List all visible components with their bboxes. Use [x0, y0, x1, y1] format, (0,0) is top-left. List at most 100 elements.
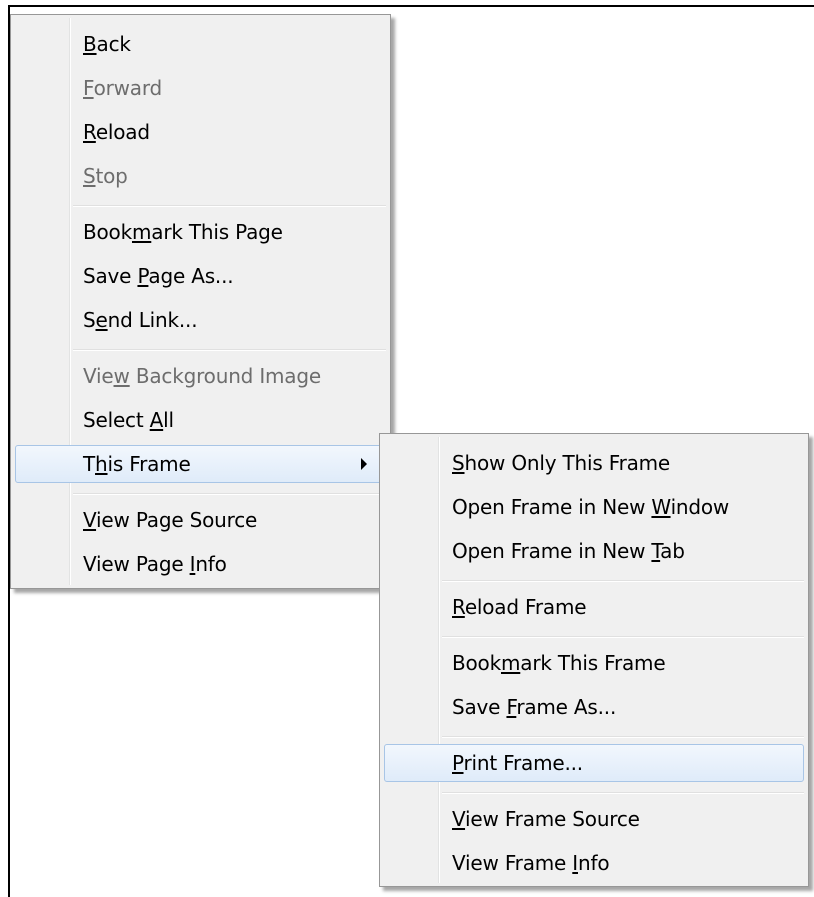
label-text: iew Frame Source — [465, 807, 640, 831]
menu-item-open-frame-in-new-tab[interactable]: Open Frame in New Tab — [384, 532, 804, 570]
menu-item-reload-frame[interactable]: Reload Frame — [384, 588, 804, 626]
access-key: S — [452, 451, 465, 475]
menu-item-forward[interactable]: Forward — [15, 69, 386, 107]
menu-item-this-frame[interactable]: This Frame — [15, 445, 386, 483]
label-text: Book — [83, 220, 132, 244]
label-text: is Frame — [107, 452, 191, 476]
access-key: F — [506, 695, 517, 719]
label-text: View Frame — [452, 851, 573, 875]
access-key: W — [651, 495, 671, 519]
menu-item-label: Reload — [83, 120, 150, 144]
menu-separator — [442, 580, 804, 582]
label-text: Save — [83, 264, 138, 288]
access-key: h — [95, 452, 108, 476]
label-text: rint Frame... — [463, 751, 584, 775]
menu-item-stop[interactable]: Stop — [15, 157, 386, 195]
label-text: nfo — [195, 552, 227, 576]
label-text: ark This Page — [151, 220, 283, 244]
menu-item-print-frame[interactable]: Print Frame... — [384, 744, 804, 782]
access-key: V — [452, 807, 466, 831]
menu-item-back[interactable]: Back — [15, 25, 386, 63]
menu-item-view-background-image[interactable]: View Background Image — [15, 357, 386, 395]
menu-item-label: View Page Source — [83, 508, 257, 532]
label-text: Background Image — [129, 364, 321, 388]
menu-item-label: This Frame — [83, 452, 191, 476]
menu-separator — [442, 736, 804, 738]
menu-item-label: Bookmark This Page — [83, 220, 283, 244]
access-key: m — [131, 220, 152, 244]
menu-separator — [442, 636, 804, 638]
menu-item-save-frame-as[interactable]: Save Frame As... — [384, 688, 804, 726]
menu-item-label: Show Only This Frame — [452, 451, 670, 475]
label-text: nfo — [578, 851, 610, 875]
menu-item-label: Open Frame in New Window — [452, 495, 729, 519]
access-key: P — [137, 264, 149, 288]
label-text: indow — [670, 495, 730, 519]
access-key: A — [149, 408, 164, 432]
page-frame-top-border — [8, 5, 814, 7]
menu-item-label: Open Frame in New Tab — [452, 539, 685, 563]
menu-item-show-only-this-frame[interactable]: Show Only This Frame — [384, 444, 804, 482]
label-text: rame As... — [516, 695, 617, 719]
label-text: Open Frame in New — [452, 495, 652, 519]
label-text: ll — [163, 408, 174, 432]
menu-item-view-frame-info[interactable]: View Frame Info — [384, 844, 804, 882]
menu-item-bookmark-this-page[interactable]: Bookmark This Page — [15, 213, 386, 251]
label-text: how Only This Frame — [464, 451, 671, 475]
menu-item-label: Back — [83, 32, 131, 56]
label-text: nd Link... — [107, 308, 198, 332]
menu-item-label: View Frame Info — [452, 851, 610, 875]
menu-item-label: Print Frame... — [452, 751, 583, 775]
this-frame-submenu: Show Only This Frame Open Frame in New Wi… — [379, 433, 809, 887]
menu-item-reload[interactable]: Reload — [15, 113, 386, 151]
menu-item-label: Forward — [83, 76, 162, 100]
label-text: Select — [83, 408, 150, 432]
menu-item-label: Select All — [83, 408, 174, 432]
access-key: V — [83, 508, 97, 532]
access-key: w — [113, 364, 130, 388]
label-text: ack — [96, 32, 131, 56]
access-key: T — [651, 539, 661, 563]
label-text: Book — [452, 651, 501, 675]
submenu-arrow-icon — [361, 458, 367, 470]
label-text: View Page — [83, 552, 190, 576]
access-key: m — [500, 651, 521, 675]
menu-item-label: Bookmark This Frame — [452, 651, 666, 675]
label-text: Open Frame in New — [452, 539, 652, 563]
context-menu: Back Forward Reload Stop Bookmark This Page S… — [10, 14, 391, 589]
menu-item-send-link[interactable]: Send Link... — [15, 301, 386, 339]
menu-item-label: Save Page As... — [83, 264, 234, 288]
label-text: eload Frame — [464, 595, 587, 619]
access-key: R — [452, 595, 465, 619]
menu-item-open-frame-in-new-window[interactable]: Open Frame in New Window — [384, 488, 804, 526]
label-text: iew Page Source — [96, 508, 258, 532]
label-text: Save — [452, 695, 507, 719]
menu-item-save-page-as[interactable]: Save Page As... — [15, 257, 386, 295]
label-text: age As... — [148, 264, 234, 288]
label-text: eload — [95, 120, 150, 144]
menu-separator — [73, 349, 386, 351]
access-key: F — [83, 76, 94, 100]
menu-item-label: View Frame Source — [452, 807, 640, 831]
menu-item-select-all[interactable]: Select All — [15, 401, 386, 439]
menu-item-view-page-source[interactable]: View Page Source — [15, 501, 386, 539]
access-key: R — [83, 120, 96, 144]
menu-item-label: Stop — [83, 164, 128, 188]
menu-item-view-page-info[interactable]: View Page Info — [15, 545, 386, 583]
label-text: T — [83, 452, 96, 476]
menu-item-label: Save Frame As... — [452, 695, 616, 719]
label-text: ark This Frame — [520, 651, 666, 675]
access-key: P — [452, 751, 464, 775]
menu-separator — [442, 792, 804, 794]
menu-item-label: View Page Info — [83, 552, 227, 576]
label-text: orward — [93, 76, 163, 100]
menu-item-view-frame-source[interactable]: View Frame Source — [384, 800, 804, 838]
label-text: Vie — [83, 364, 114, 388]
label-text: top — [95, 164, 128, 188]
access-key: B — [83, 32, 97, 56]
access-key: e — [95, 308, 108, 332]
menu-separator — [73, 205, 386, 207]
menu-item-bookmark-this-frame[interactable]: Bookmark This Frame — [384, 644, 804, 682]
label-text: ab — [660, 539, 685, 563]
menu-item-label: Send Link... — [83, 308, 198, 332]
